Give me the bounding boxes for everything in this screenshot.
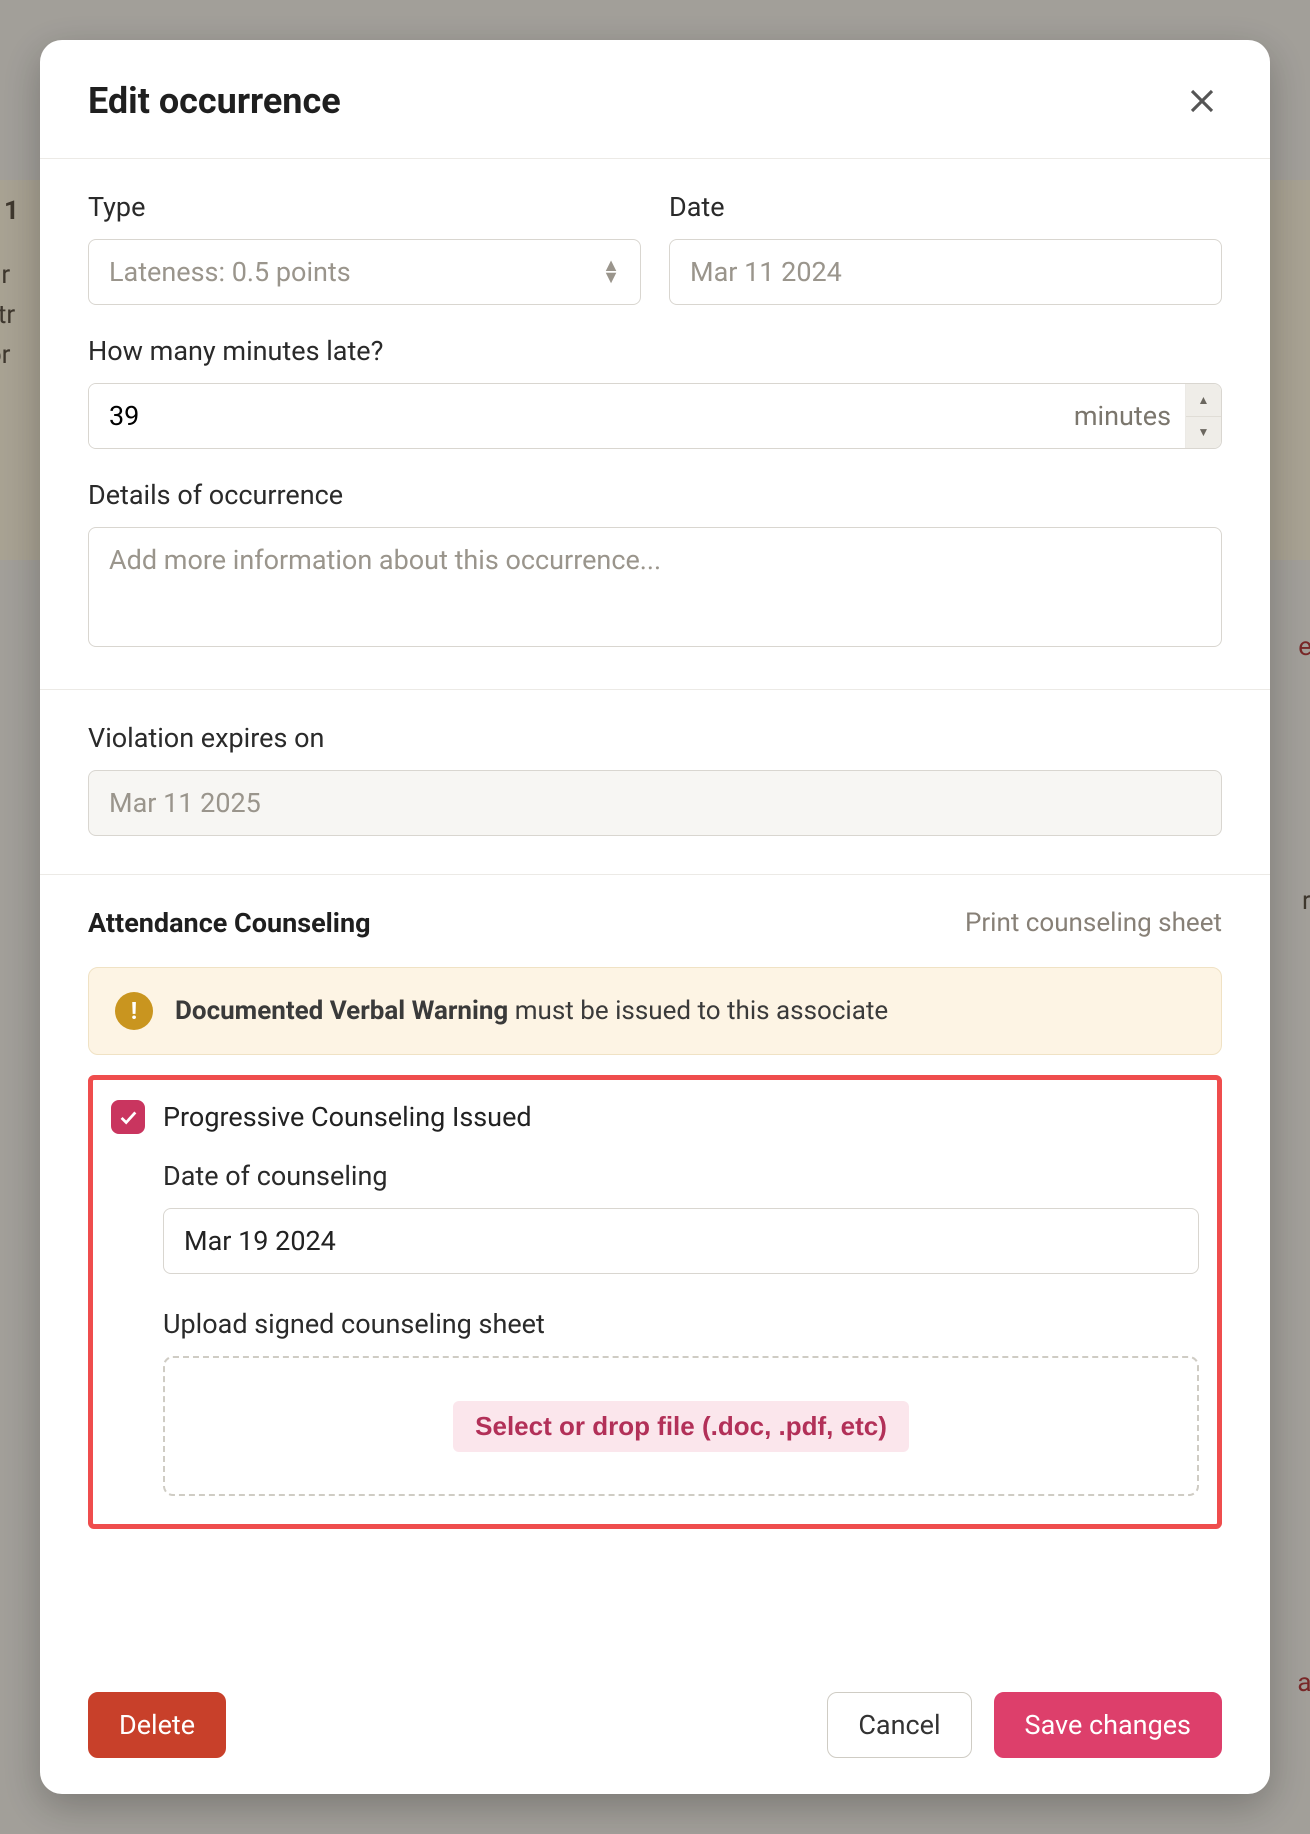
- type-label: Type: [88, 191, 641, 223]
- select-file-button[interactable]: Select or drop file (.doc, .pdf, etc): [453, 1401, 909, 1452]
- details-textarea[interactable]: [88, 527, 1222, 647]
- edit-occurrence-modal: Edit occurrence Type Lateness: 0.5 point…: [40, 40, 1270, 1794]
- minutes-label: How many minutes late?: [88, 335, 1222, 367]
- minutes-unit-label: minutes: [1064, 384, 1185, 448]
- modal-title: Edit occurrence: [88, 80, 341, 122]
- upload-label: Upload signed counseling sheet: [163, 1308, 1199, 1340]
- modal-body: Type Lateness: 0.5 points ▲▼ Date Mar 11…: [40, 159, 1270, 1664]
- close-button[interactable]: [1182, 81, 1222, 121]
- minutes-input[interactable]: [89, 384, 1064, 448]
- minutes-spin-down[interactable]: ▼: [1186, 417, 1221, 449]
- type-select[interactable]: Lateness: 0.5 points ▲▼: [88, 239, 641, 305]
- close-icon: [1187, 86, 1217, 116]
- progressive-checkbox[interactable]: [111, 1100, 145, 1134]
- print-counseling-link[interactable]: Print counseling sheet: [965, 908, 1222, 938]
- upload-dropzone[interactable]: Select or drop file (.doc, .pdf, etc): [163, 1356, 1199, 1496]
- counseling-date-value: Mar 19 2024: [184, 1225, 336, 1257]
- details-label: Details of occurrence: [88, 479, 1222, 511]
- expires-value: Mar 11 2025: [109, 787, 261, 819]
- counseling-date-input[interactable]: Mar 19 2024: [163, 1208, 1199, 1274]
- warning-alert: ! Documented Verbal Warning must be issu…: [88, 967, 1222, 1055]
- modal-header: Edit occurrence: [40, 40, 1270, 159]
- minutes-spin-up[interactable]: ▲: [1186, 384, 1221, 417]
- minutes-input-wrap: minutes ▲ ▼: [88, 383, 1222, 449]
- date-label: Date: [669, 191, 1222, 223]
- type-select-value: Lateness: 0.5 points: [109, 256, 351, 288]
- delete-button[interactable]: Delete: [88, 1692, 226, 1758]
- minutes-spinner: ▲ ▼: [1185, 384, 1221, 448]
- expires-section: Violation expires on Mar 11 2025: [40, 690, 1270, 875]
- check-icon: [117, 1106, 139, 1128]
- save-button[interactable]: Save changes: [994, 1692, 1222, 1758]
- expires-label: Violation expires on: [88, 722, 1222, 754]
- counseling-section: Attendance Counseling Print counseling s…: [40, 875, 1270, 1567]
- progressive-checkbox-label: Progressive Counseling Issued: [163, 1101, 532, 1133]
- modal-footer: Delete Cancel Save changes: [40, 1664, 1270, 1794]
- expires-input: Mar 11 2025: [88, 770, 1222, 836]
- occurrence-fields-section: Type Lateness: 0.5 points ▲▼ Date Mar 11…: [40, 159, 1270, 690]
- cancel-button[interactable]: Cancel: [827, 1692, 971, 1758]
- chevron-updown-icon: ▲▼: [602, 261, 620, 283]
- date-input-value: Mar 11 2024: [690, 256, 842, 288]
- warning-alert-rest: must be issued to this associate: [508, 996, 888, 1026]
- warning-alert-bold: Documented Verbal Warning: [175, 996, 508, 1026]
- counseling-date-label: Date of counseling: [163, 1160, 1199, 1192]
- exclamation-icon: !: [115, 992, 153, 1030]
- counseling-title: Attendance Counseling: [88, 907, 371, 939]
- date-input[interactable]: Mar 11 2024: [669, 239, 1222, 305]
- progressive-highlight-box: Progressive Counseling Issued Date of co…: [88, 1075, 1222, 1529]
- warning-alert-text: Documented Verbal Warning must be issued…: [175, 996, 888, 1026]
